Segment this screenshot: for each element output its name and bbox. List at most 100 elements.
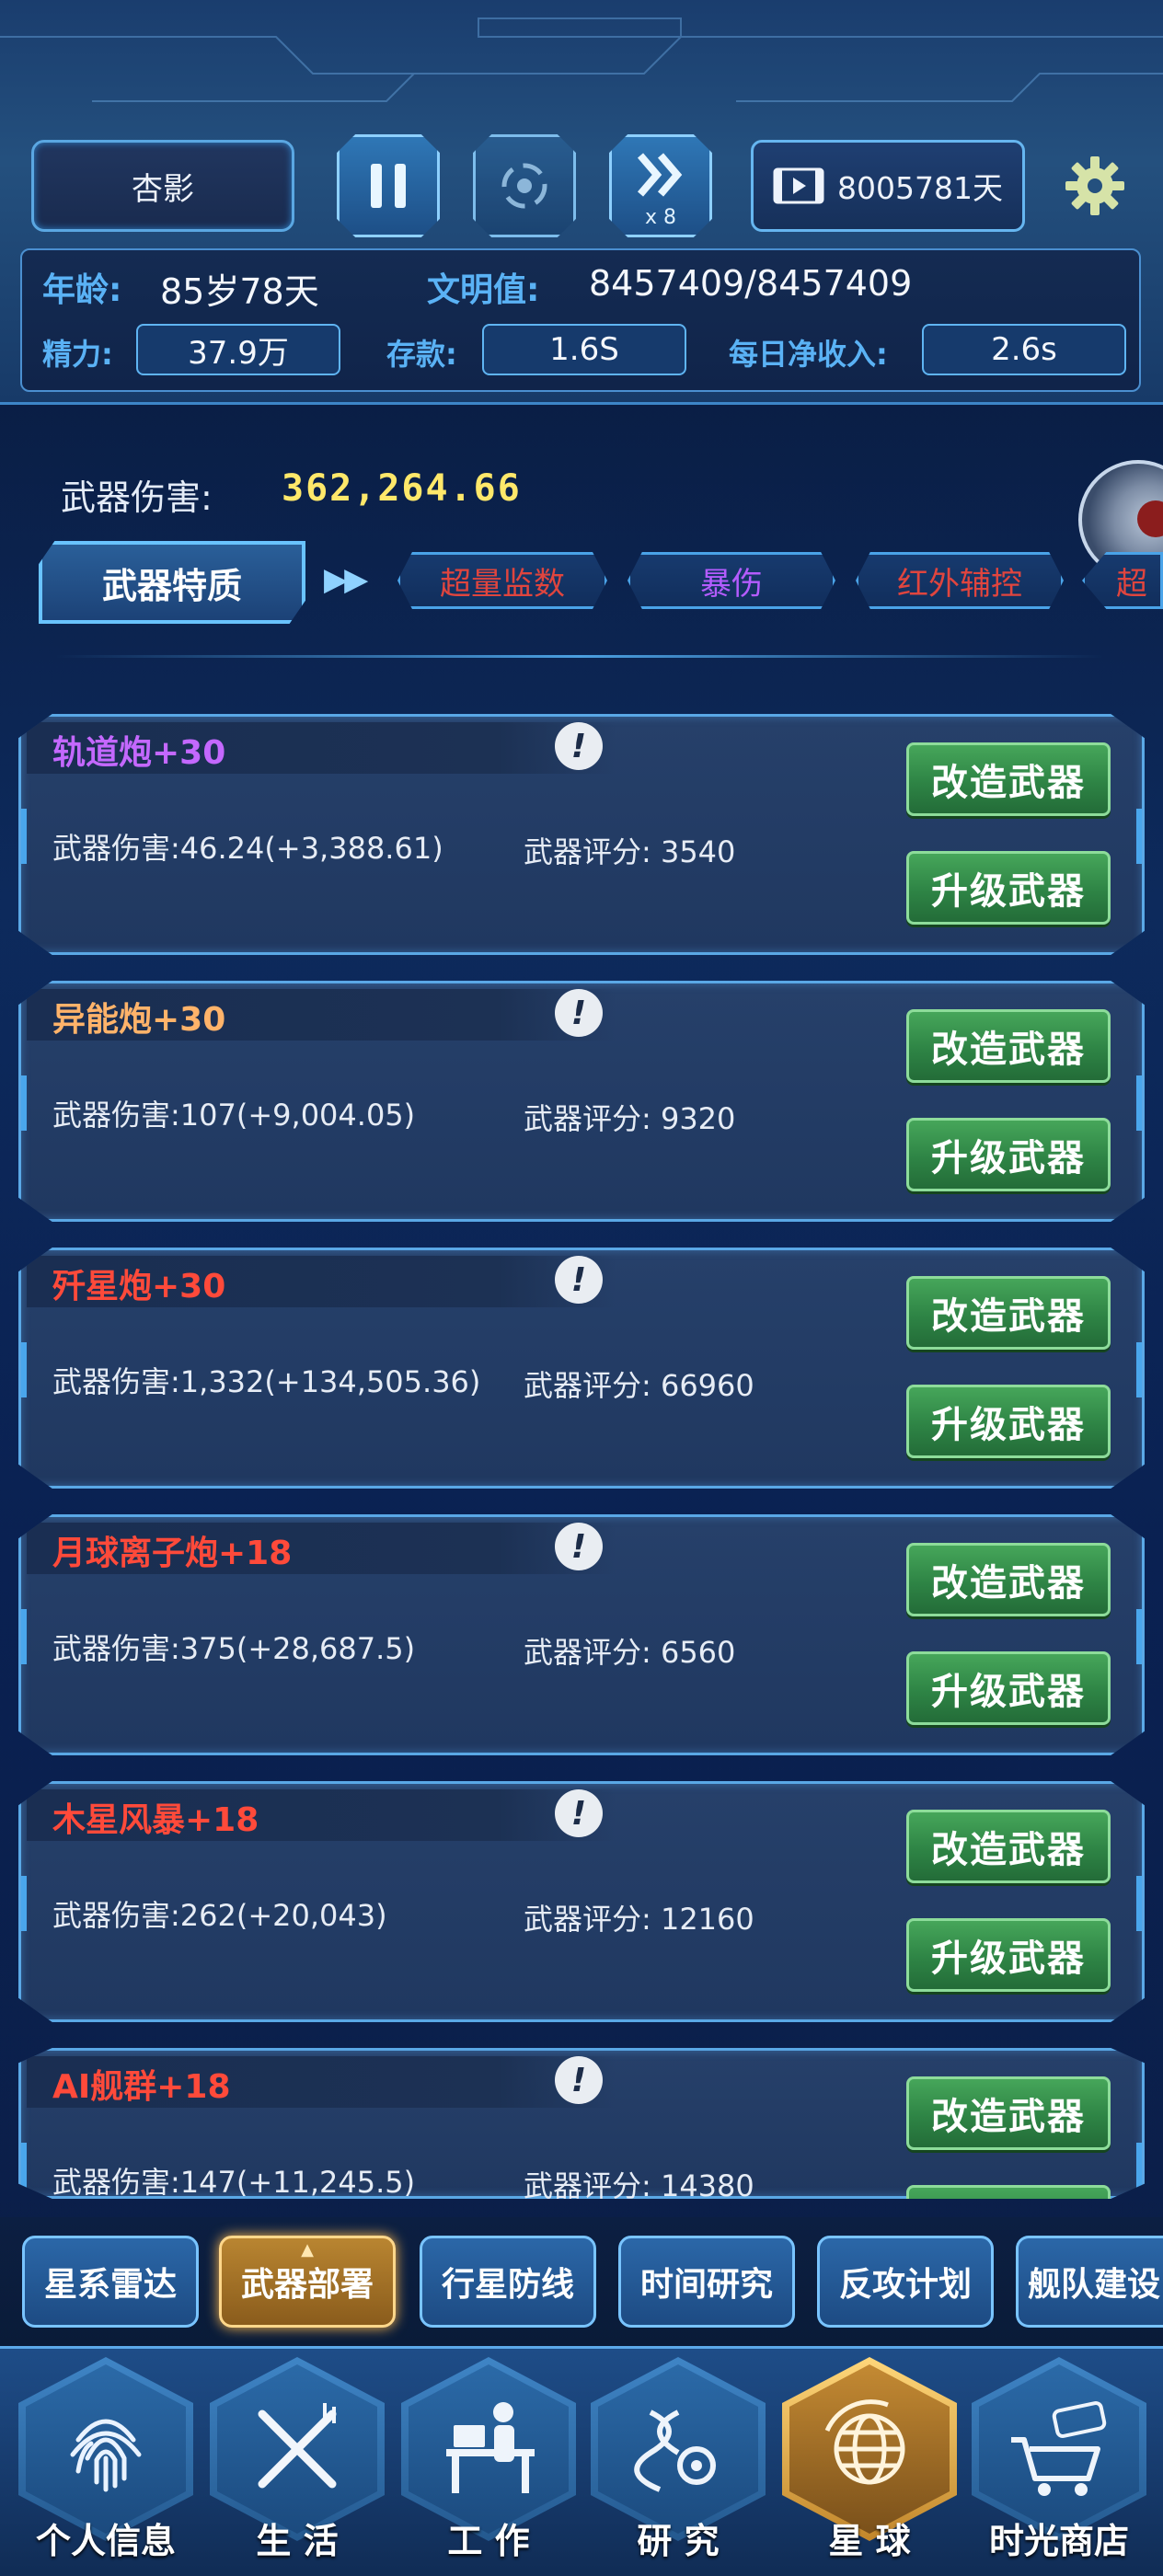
speed-multiplier: x 8 (644, 206, 676, 229)
savings-value: 1.6S (482, 324, 686, 375)
tab-label: 舰队建设 (1028, 2266, 1161, 2304)
tab-label: 反攻计划 (838, 2266, 972, 2304)
info-icon[interactable]: ! (555, 989, 603, 1037)
nav-personal-info[interactable]: 个人信息 (18, 2357, 193, 2563)
weapon-name: 月球离子炮+18 (52, 1535, 293, 1572)
card-notch (21, 1876, 27, 1931)
trait-tab-label: 红外辅控 (897, 565, 1022, 603)
tab-galaxy-radar[interactable]: 星系雷达 (22, 2236, 199, 2328)
upgrade-weapon-button[interactable]: 升级武器 (906, 1651, 1111, 1725)
modify-weapon-button[interactable]: 改造武器 (906, 1543, 1111, 1616)
nav-planet[interactable]: 星 球 (782, 2357, 957, 2563)
card-notch (21, 2143, 27, 2198)
modify-weapon-button[interactable]: 改造武器 (906, 742, 1111, 816)
fast-forward-icon (637, 153, 683, 197)
nav-label: 工 作 (447, 2521, 530, 2561)
tab-fleet-build[interactable]: 舰队建设 (1016, 2236, 1163, 2328)
tab-counterattack[interactable]: 反攻计划 (817, 2236, 994, 2328)
nav-life[interactable]: 生 活 (210, 2357, 385, 2563)
weapon-score: 武器评分: 12160 (524, 1902, 754, 1937)
weapon-name: 木星风暴+18 (52, 1801, 259, 1839)
tab-label: 星系雷达 (43, 2266, 177, 2304)
trait-tab-label: 超 (1116, 565, 1147, 603)
weapon-score: 武器评分: 9320 (524, 1101, 736, 1136)
tab-weapon-deploy[interactable]: ▲ 武器部署 (219, 2236, 396, 2328)
days-counter-button[interactable]: 8005781天 (751, 140, 1025, 232)
weapon-name: 异能炮+30 (52, 1001, 226, 1039)
player-name-button[interactable]: 杏影 (31, 140, 294, 232)
weapon-damage-label: 武器伤害: (61, 477, 213, 518)
weapon-card: 月球离子炮+18 ! 武器伤害:375(+28,687.5) 武器评分: 656… (18, 1514, 1145, 1755)
auto-play-button[interactable] (473, 134, 576, 237)
trait-tab-1[interactable]: 超量监数 (397, 552, 607, 609)
modify-weapon-button[interactable]: 改造武器 (906, 2076, 1111, 2150)
days-value: 8005781天 (837, 170, 1003, 206)
income-label: 每日净收入: (729, 337, 888, 372)
speed-button[interactable]: x 8 (609, 134, 712, 237)
card-notch (21, 1609, 27, 1664)
nav-label: 星 球 (828, 2521, 911, 2561)
upgrade-weapon-button[interactable]: 升级武器 (906, 1118, 1111, 1191)
weapon-name: 歼星炮+30 (52, 1268, 226, 1305)
weapon-card: 歼星炮+30 ! 武器伤害:1,332(+134,505.36) 武器评分: 6… (18, 1248, 1145, 1489)
tab-planet-defense[interactable]: 行星防线 (420, 2236, 596, 2328)
tab-label: 时间研究 (639, 2266, 773, 2304)
age-value: 85岁78天 (160, 271, 319, 312)
dna-gear-icon (634, 2409, 716, 2492)
info-icon[interactable]: ! (555, 1256, 603, 1304)
tab-time-research[interactable]: 时间研究 (618, 2236, 795, 2328)
info-icon[interactable]: ! (555, 1523, 603, 1570)
nav-label: 研 究 (637, 2521, 720, 2561)
nav-label: 生 活 (256, 2521, 339, 2561)
weapon-damage: 武器伤害:375(+28,687.5) (52, 1631, 416, 1666)
upgrade-weapon-button[interactable]: 升级武器 (906, 1385, 1111, 1458)
nav-label: 时光商店 (988, 2521, 1129, 2561)
nav-work[interactable]: 工 作 (401, 2357, 576, 2563)
globe-icon (824, 2399, 905, 2485)
modify-weapon-button[interactable]: 改造武器 (906, 1009, 1111, 1083)
weapon-damage: 武器伤害:147(+11,245.5) (52, 2165, 416, 2200)
tab-label: 行星防线 (441, 2266, 574, 2304)
card-notch (1136, 1342, 1142, 1397)
trait-tab-2[interactable]: 暴伤 (628, 552, 835, 609)
weapon-score: 武器评分: 3540 (524, 834, 736, 869)
weapon-damage: 武器伤害:262(+20,043) (52, 1898, 387, 1933)
weapon-card: AI舰群+18 ! 武器伤害:147(+11,245.5) 武器评分: 1438… (18, 2048, 1145, 2199)
tab-weapon-traits[interactable]: 武器特质 (39, 541, 305, 624)
weapon-damage: 武器伤害:1,332(+134,505.36) (52, 1364, 481, 1399)
weapon-damage-value: 362,264.66 (282, 467, 522, 510)
info-icon[interactable]: ! (555, 722, 603, 770)
weapon-score: 武器评分: 6560 (524, 1635, 736, 1670)
card-notch (1136, 1876, 1142, 1931)
weapon-score: 武器评分: 66960 (524, 1368, 754, 1403)
modify-weapon-button[interactable]: 改造武器 (906, 1810, 1111, 1883)
info-icon[interactable]: ! (555, 2056, 603, 2104)
nav-time-shop[interactable]: 时光商店 (972, 2357, 1146, 2563)
pause-button[interactable] (337, 134, 440, 237)
upgrade-weapon-button[interactable]: 升级武器 (906, 1918, 1111, 1992)
weapon-damage: 武器伤害:46.24(+3,388.61) (52, 831, 443, 866)
weapon-name: 轨道炮+30 (52, 734, 226, 772)
desk-worker-icon (446, 2402, 535, 2493)
double-arrow-icon: ▶▶ (324, 561, 368, 598)
weapon-card: 轨道炮+30 ! 武器伤害:46.24(+3,388.61) 武器评分: 354… (18, 714, 1145, 955)
modify-weapon-button[interactable]: 改造武器 (906, 1276, 1111, 1350)
gear-icon[interactable] (1064, 155, 1126, 217)
card-notch (1136, 809, 1142, 864)
nav-research[interactable]: 研 究 (591, 2357, 766, 2563)
upgrade-weapon-button[interactable]: 升级武器 (906, 851, 1111, 925)
weapon-score: 武器评分: 14380 (524, 2168, 754, 2203)
card-notch (21, 809, 27, 864)
trait-tab-3[interactable]: 红外辅控 (856, 552, 1064, 609)
shop-cart-icon (1011, 2401, 1107, 2496)
age-label: 年龄: (42, 271, 122, 309)
circuit-decoration (0, 17, 1163, 102)
info-icon[interactable]: ! (555, 1789, 603, 1837)
weapon-name: AI舰群+18 (52, 2068, 231, 2106)
energy-value: 37.9万 (136, 324, 340, 375)
target-reticle-icon (501, 163, 547, 209)
video-play-icon (773, 167, 824, 204)
trait-tab-label: 超量监数 (440, 565, 565, 603)
civ-value: 8457409/8457409 (589, 263, 913, 304)
weapon-damage: 武器伤害:107(+9,004.05) (52, 1098, 416, 1133)
